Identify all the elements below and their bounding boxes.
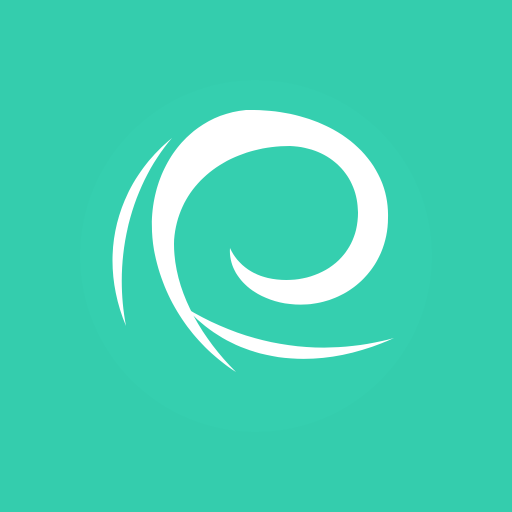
logo-swirl-body: [151, 109, 389, 373]
swirl-e-logo-icon: [112, 109, 394, 373]
app-icon: [0, 0, 512, 512]
